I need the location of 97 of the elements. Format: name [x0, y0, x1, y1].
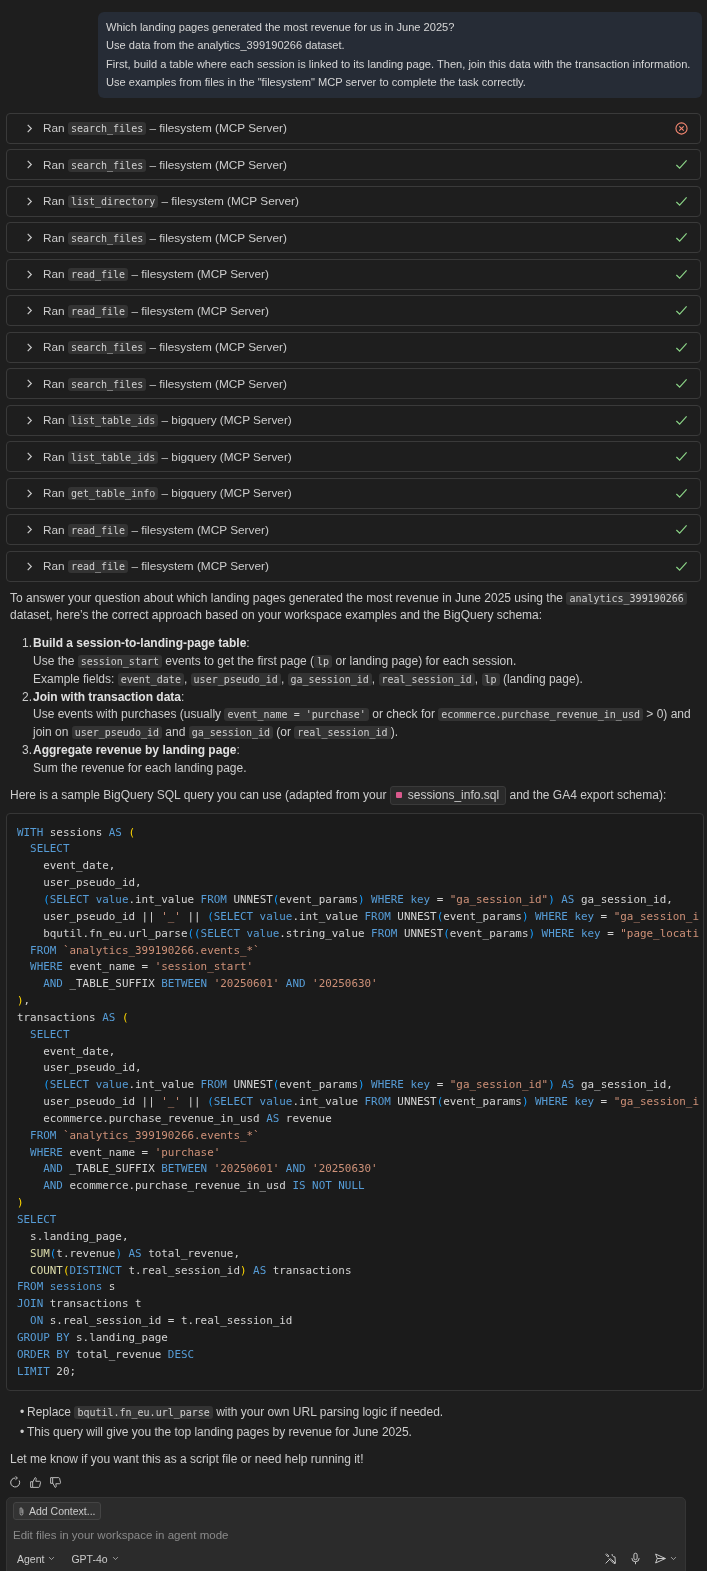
tool-call-toggle[interactable]: Ran search_files – filesystem (MCP Server): [6, 112, 701, 144]
send-button[interactable]: [654, 1552, 677, 1566]
list-number: 1.: [22, 635, 33, 653]
bullet-text: Replace bqutil.fn_eu.url_parse with your own URL parsing logic if needed.: [27, 1404, 444, 1422]
code-line: WHERE event_name = 'purchase': [29, 1144, 221, 1161]
code-line: AND ecommerce.purchase_revenue_in_usd IS NOT NULL: [42, 1178, 365, 1195]
tool-call-toggle[interactable]: Ran list_table_ids – bigquery (MCP Server): [6, 404, 701, 436]
answer-paragraph: Let me know if you want this as a script file or need help running it!: [10, 1451, 365, 1469]
code-line: FROM `analytics_399190266.events_*`: [29, 942, 260, 959]
chevron-icon: [25, 195, 34, 207]
code-line: ),: [17, 993, 31, 1010]
tool-call-toggle[interactable]: Ran search_files – filesystem (MCP Server): [6, 331, 701, 363]
add-context-button[interactable]: Add Context...: [13, 1502, 101, 1521]
chevron-icon: [25, 487, 34, 499]
mode-dropdown[interactable]: Agent: [13, 1552, 56, 1565]
retry-icon[interactable]: [9, 1476, 22, 1490]
thumbs-up-icon[interactable]: [29, 1476, 42, 1490]
code-line: JOIN transactions t: [17, 1296, 142, 1313]
code-line: bqutil.fn_eu.url_parse((SELECT value.string_value FROM UNNEST(event_params) WHERE key = "page_locati: [42, 925, 699, 942]
chevron-icon: [25, 560, 34, 572]
thumbs-down-icon[interactable]: [49, 1476, 62, 1490]
code-line: s.landing_page,: [29, 1228, 129, 1245]
list-number: 3.: [22, 742, 33, 759]
bullet-mark: •: [20, 1404, 26, 1422]
code-line: WITH sessions AS (: [17, 824, 136, 841]
tools-icon[interactable]: [604, 1552, 617, 1566]
chevron-icon: [25, 378, 34, 390]
message-line: Use examples from files in the "filesystem" MCP server to complete the task correctly.: [106, 75, 527, 91]
bullet-mark: •: [20, 1423, 26, 1441]
code-line: transactions AS (: [17, 1009, 129, 1026]
code-line: WHERE event_name = 'session_start': [29, 959, 254, 976]
step-detail: Use the session_start events to get the first page ( lp or landing page) for each session.: [33, 653, 518, 671]
code-line: user_pseudo_id || '_' || (SELECT value.int_value FROM UNNEST(event_params) WHERE key = "ga_session_i: [42, 908, 699, 925]
step-title: Join with transaction data:: [33, 688, 186, 706]
answer-paragraph: Here is a sample BigQuery SQL query you can use (adapted from your sessions_info.sql and the GA4 export schema):: [10, 785, 703, 805]
model-dropdown[interactable]: GPT-4o: [67, 1552, 119, 1565]
chevron-icon: [25, 524, 34, 536]
caret-icon: [48, 1556, 56, 1562]
message-line: First, build a table where each session is linked to its landing page. Then, join this data with the transaction information.: [106, 56, 692, 72]
step-title: Build a session-to-landing-page table:: [33, 635, 251, 653]
tool-call-toggle[interactable]: Ran search_files – filesystem (MCP Server): [6, 222, 701, 254]
tool-call-toggle[interactable]: Ran search_files – filesystem (MCP Server): [6, 368, 701, 400]
chevron-icon: [25, 159, 34, 171]
chevron-icon: [25, 268, 34, 280]
tool-call-toggle[interactable]: Ran read_file – filesystem (MCP Server): [6, 550, 701, 582]
code-line: event_date,: [42, 1043, 116, 1060]
code-line: SELECT: [29, 841, 70, 858]
code-line: (SELECT value.int_value FROM UNNEST(event_params) WHERE key = "ga_session_id") AS ga_session_id,: [42, 891, 673, 908]
code-line: ON s.real_session_id = t.real_session_id: [29, 1313, 293, 1330]
code-line: FROM sessions s: [17, 1279, 116, 1296]
code-line: AND _TABLE_SUFFIX BETWEEN '20250601' AND '20250630': [42, 1161, 378, 1178]
code-line: (SELECT value.int_value FROM UNNEST(event_params) WHERE key = "ga_session_id") AS ga_session_id,: [42, 1077, 673, 1094]
code-line: LIMIT 20;: [17, 1363, 77, 1380]
code-line: ecommerce.purchase_revenue_in_usd AS revenue: [42, 1110, 332, 1127]
tool-call-toggle[interactable]: Ran get_table_info – bigquery (MCP Server): [6, 477, 701, 509]
tool-call-toggle[interactable]: Ran read_file – filesystem (MCP Server): [6, 295, 701, 327]
code-line: user_pseudo_id,: [42, 1060, 142, 1077]
code-line: event_date,: [42, 858, 116, 875]
code-line: SELECT: [29, 1026, 70, 1043]
file-icon: [395, 791, 402, 798]
chevron-icon: [25, 414, 34, 426]
tool-call-toggle[interactable]: Ran list_directory – filesystem (MCP Server): [6, 185, 701, 217]
code-line: user_pseudo_id || '_' || (SELECT value.int_value FROM UNNEST(event_params) WHERE key = "ga_session_i: [42, 1094, 699, 1111]
chevron-icon: [25, 341, 34, 353]
message-line: Use data from the analytics_399190266 dataset.: [106, 38, 346, 54]
message-line: Which landing pages generated the most revenue for us in June 2025?: [106, 20, 456, 35]
code-line: ORDER BY total_revenue DESC: [17, 1346, 195, 1363]
tool-call-toggle[interactable]: Ran search_files – filesystem (MCP Server): [6, 149, 701, 181]
step-title: Aggregate revenue by landing page:: [33, 742, 241, 759]
step-detail: Sum the revenue for each landing page.: [33, 759, 248, 777]
microphone-icon[interactable]: [629, 1552, 642, 1566]
send-icon: [654, 1552, 667, 1566]
caret-icon: [111, 1556, 119, 1562]
chevron-icon: [25, 305, 34, 317]
code-line: GROUP BY s.landing_page: [17, 1329, 168, 1346]
chevron-icon: [25, 122, 34, 134]
chevron-icon: [25, 451, 34, 463]
chat-input-field[interactable]: Edit files in your workspace in agent mode: [13, 1527, 677, 1544]
code-line: user_pseudo_id,: [42, 875, 142, 892]
bullet-text: This query will give you the top landing pages by revenue for June 2025.: [27, 1423, 412, 1441]
tool-call-toggle[interactable]: Ran list_table_ids – bigquery (MCP Server): [6, 441, 701, 473]
code-line: COUNT(DISTINCT t.real_session_id) AS transactions: [29, 1262, 352, 1279]
step-detail: Use events with purchases (usually event_name = 'purchase' or check for ecommerce.purchase_revenue_in_usd > 0) and join on user_pseudo_id and ga_session_id (or real_session_id ).: [33, 706, 692, 742]
code-line: AND _TABLE_SUFFIX BETWEEN '20250601' AND '20250630': [42, 976, 378, 993]
step-detail: Example fields: event_date , user_pseudo_id , ga_session_id , real_session_id , lp (landing page).: [33, 670, 584, 688]
tool-call-toggle[interactable]: Ran read_file – filesystem (MCP Server): [6, 514, 701, 546]
file-link[interactable]: sessions_info.sql: [389, 785, 507, 805]
paperclip-icon: [18, 1505, 25, 1517]
tool-call-toggle[interactable]: Ran read_file – filesystem (MCP Server): [6, 258, 701, 290]
code-line: SELECT: [17, 1212, 57, 1228]
code-line: FROM `analytics_399190266.events_*`: [29, 1127, 260, 1144]
code-line: SUM(t.revenue) AS total_revenue,: [29, 1245, 240, 1262]
answer-paragraph: To answer your question about which landing pages generated the most revenue in June 2025 using the analytics_399190266 dataset, here’s the correct approach based on your workspace examples and the BigQuery schema:: [10, 589, 703, 626]
list-number: 2.: [22, 688, 33, 706]
code-line: ): [17, 1195, 24, 1212]
caret-icon: [670, 1556, 677, 1562]
chevron-icon: [25, 232, 34, 244]
